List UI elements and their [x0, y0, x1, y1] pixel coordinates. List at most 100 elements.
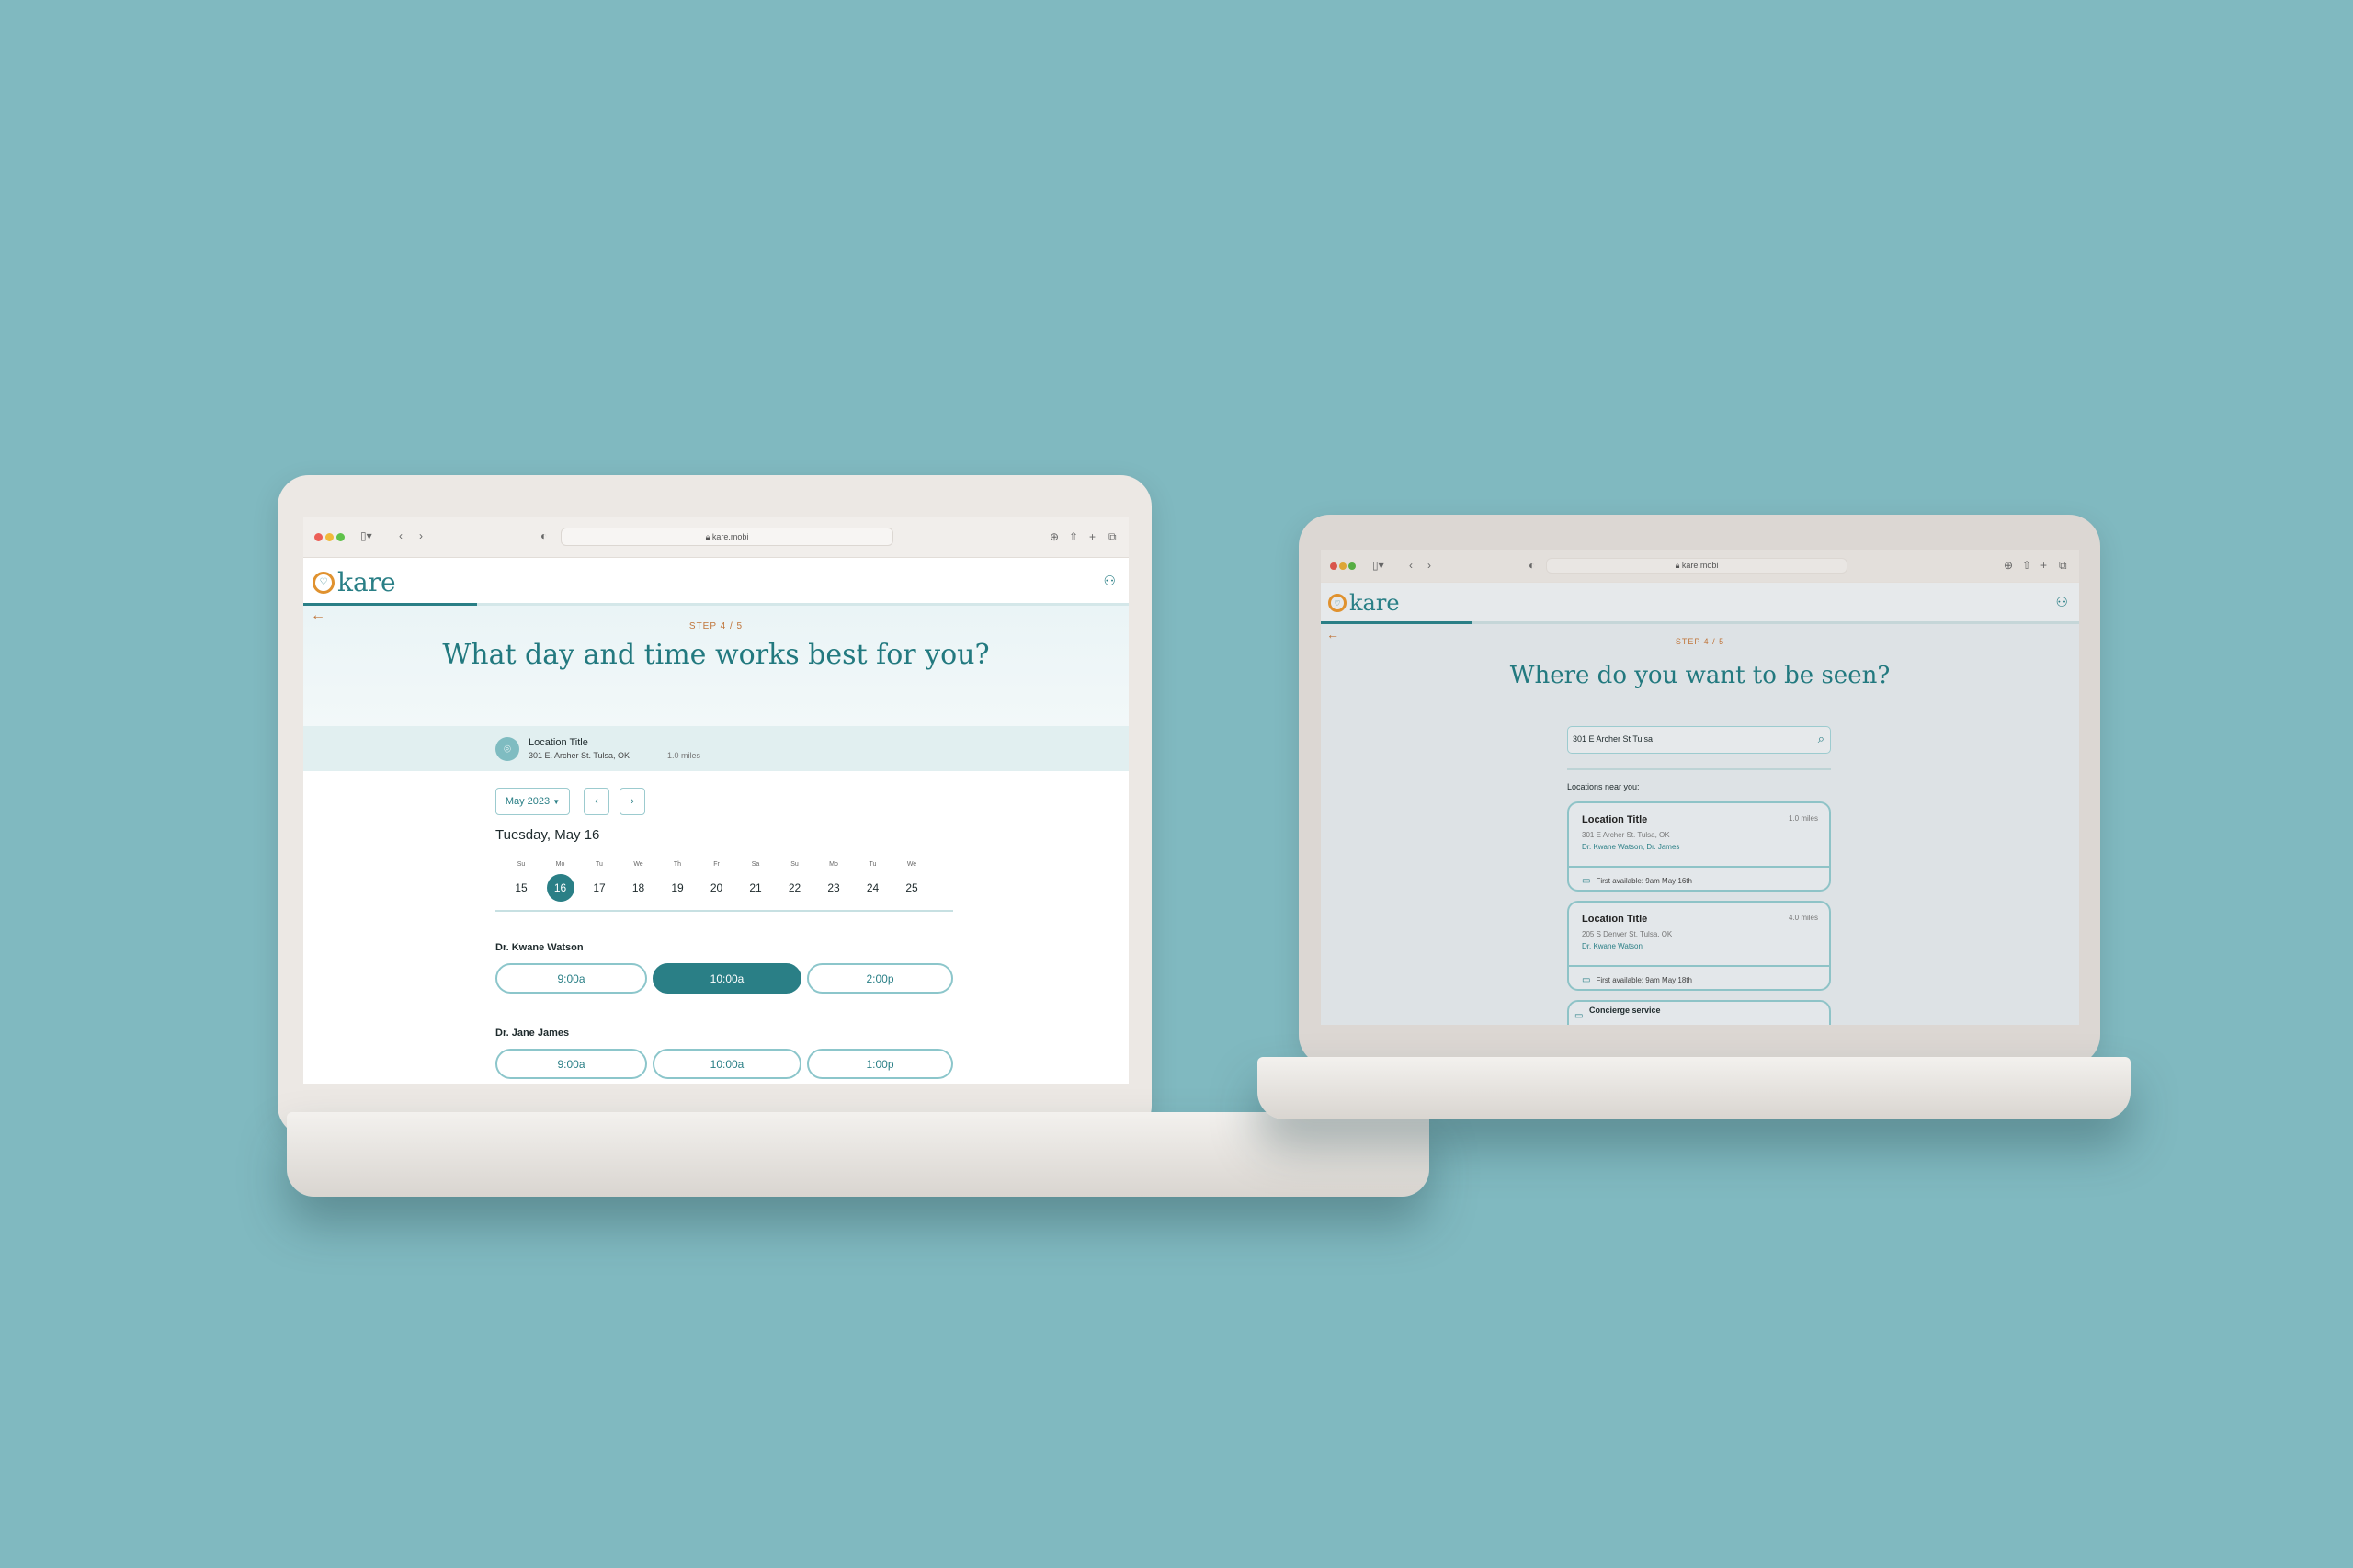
back-icon[interactable]: ‹ [1409, 559, 1413, 572]
day-24[interactable]: Tu 24 [859, 861, 887, 902]
day-18[interactable]: We 18 [625, 861, 653, 902]
kare-logo[interactable]: ♡ kare [313, 567, 396, 597]
caret-down-icon: ▼ [552, 797, 561, 806]
day-label: Mo [829, 861, 838, 868]
day-number: 21 [749, 881, 762, 894]
user-icon[interactable]: ⚇ [2056, 594, 2068, 610]
back-icon[interactable]: ‹ [399, 529, 403, 542]
prev-week-button[interactable]: ‹ [584, 788, 609, 815]
day-label: We [633, 861, 643, 868]
day-label: Mo [555, 861, 565, 868]
day-label: Sa [751, 861, 760, 868]
user-icon[interactable]: ⚇ [1104, 573, 1116, 589]
close-window-button[interactable] [314, 533, 323, 541]
day-number: 16 [546, 874, 574, 902]
forward-icon[interactable]: › [1427, 559, 1431, 572]
share-icon[interactable]: ⇧ [2022, 559, 2031, 572]
brand-name: kare [337, 567, 396, 597]
day-number: 20 [710, 881, 723, 894]
maximize-window-button[interactable] [336, 533, 345, 541]
concierge-card[interactable]: ▭ Concierge service [1567, 1000, 1831, 1025]
location-card[interactable]: Location Title 1.0 miles 301 E Archer St. … [1567, 801, 1831, 892]
url-text: kare.mobi [1681, 561, 1719, 570]
shield-icon[interactable]: ◐ [540, 529, 547, 542]
lock-icon: 🔒︎ [705, 532, 710, 541]
address-bar[interactable]: 🔒︎ kare.mobi [1546, 558, 1847, 574]
day-19[interactable]: Th 19 [664, 861, 691, 902]
browser-toolbar: ▯▾ ‹ › ◐ 🔒︎ kare.mobi ⊕ ⇧ + ⧉ [303, 517, 1129, 558]
app-header: ♡ kare ⚇ [303, 558, 1129, 603]
day-17[interactable]: Tu 17 [585, 861, 613, 902]
day-label: We [906, 861, 917, 868]
day-25[interactable]: We 25 [898, 861, 926, 902]
location-address: 301 E Archer St. Tulsa, OK [1582, 831, 1670, 839]
location-pin-icon: ⌾ [495, 737, 519, 761]
location-search-input[interactable]: 301 E Archer St Tulsa ⌕ [1567, 726, 1831, 754]
app-header: ♡ kare ⚇ [1321, 583, 2079, 621]
locations-near-label: Locations near you: [1567, 782, 1640, 791]
calendar-icon: ▭ [1582, 875, 1591, 886]
maximize-window-button[interactable] [1348, 562, 1356, 570]
day-label: Su [517, 861, 526, 868]
download-icon[interactable]: ⊕ [1050, 530, 1059, 543]
tabs-icon[interactable]: ⧉ [1108, 530, 1117, 544]
doctor-name: Dr. Kwane Watson [495, 942, 584, 953]
shield-icon[interactable]: ◐ [1529, 559, 1535, 572]
left-laptop-base [287, 1112, 1429, 1197]
next-week-button[interactable]: › [620, 788, 645, 815]
time-slot-button[interactable]: 2:00p [807, 963, 953, 994]
brand-name: kare [1349, 590, 1400, 616]
minimize-window-button[interactable] [1339, 562, 1347, 570]
right-laptop-base [1257, 1057, 2131, 1119]
day-21[interactable]: Sa 21 [742, 861, 769, 902]
left-screen: ▯▾ ‹ › ◐ 🔒︎ kare.mobi ⊕ ⇧ + ⧉ ♡ kare ⚇ ← … [303, 517, 1129, 1084]
divider [495, 910, 953, 912]
progress-fill [1321, 621, 1472, 624]
search-icon[interactable]: ⌕ [1818, 732, 1824, 746]
first-available: First available: 9am May 18th [1596, 975, 1692, 984]
chevron-right-icon: › [631, 796, 634, 807]
day-20[interactable]: Fr 20 [703, 861, 731, 902]
month-label: May 2023 [505, 796, 551, 807]
step-indicator: STEP 4 / 5 [688, 621, 744, 631]
sidebar-icon[interactable]: ▯▾ [1372, 559, 1384, 572]
day-16[interactable]: Mo 16 [546, 861, 574, 902]
sidebar-icon[interactable]: ▯▾ [360, 529, 372, 542]
time-slot-button[interactable]: 1:00p [807, 1049, 953, 1079]
kare-logo[interactable]: ♡ kare [1328, 590, 1400, 616]
day-22[interactable]: Su 22 [781, 861, 809, 902]
forward-icon[interactable]: › [419, 529, 423, 542]
share-icon[interactable]: ⇧ [1069, 530, 1078, 543]
minimize-window-button[interactable] [325, 533, 334, 541]
search-value: 301 E Archer St Tulsa [1573, 734, 1654, 744]
day-23[interactable]: Mo 23 [820, 861, 847, 902]
hero-section: ← STEP 4 / 5 What day and time works bes… [303, 606, 1129, 726]
close-window-button[interactable] [1330, 562, 1337, 570]
chevron-left-icon: ‹ [595, 796, 598, 807]
day-label: Tu [596, 861, 603, 868]
location-doctors: Dr. Kwane Watson, Dr. James [1582, 843, 1680, 851]
concierge-title: Concierge service [1589, 1006, 1661, 1015]
location-card[interactable]: Location Title 4.0 miles 205 S Denver St. … [1567, 901, 1831, 991]
month-dropdown[interactable]: May 2023 ▼ [495, 788, 570, 815]
time-slot-button[interactable]: 9:00a [495, 963, 647, 994]
day-number: 25 [905, 881, 918, 894]
tabs-icon[interactable]: ⧉ [2059, 559, 2067, 573]
download-icon[interactable]: ⊕ [2004, 559, 2013, 572]
calendar-icon: ▭ [1574, 1011, 1584, 1021]
time-slot-button[interactable]: 10:00a [653, 1049, 801, 1079]
day-15[interactable]: Su 15 [507, 861, 535, 902]
divider [1567, 768, 1831, 770]
day-label: Su [790, 861, 799, 868]
new-tab-icon[interactable]: + [2040, 559, 2047, 572]
time-slot-button[interactable]: 10:00a [653, 963, 801, 994]
logo-mark-icon: ♡ [1328, 594, 1347, 612]
lock-icon: 🔒︎ [1675, 561, 1680, 570]
time-slot-button[interactable]: 9:00a [495, 1049, 647, 1079]
day-number: 22 [788, 881, 801, 894]
new-tab-icon[interactable]: + [1089, 530, 1096, 543]
right-screen: ▯▾ ‹ › ◐ 🔒︎ kare.mobi ⊕ ⇧ + ⧉ ♡ kare ⚇ ← … [1321, 550, 2079, 1025]
address-bar[interactable]: 🔒︎ kare.mobi [561, 528, 893, 546]
page-title: Where do you want to be seen? [1509, 662, 1891, 689]
location-title: Location Title [529, 737, 588, 748]
